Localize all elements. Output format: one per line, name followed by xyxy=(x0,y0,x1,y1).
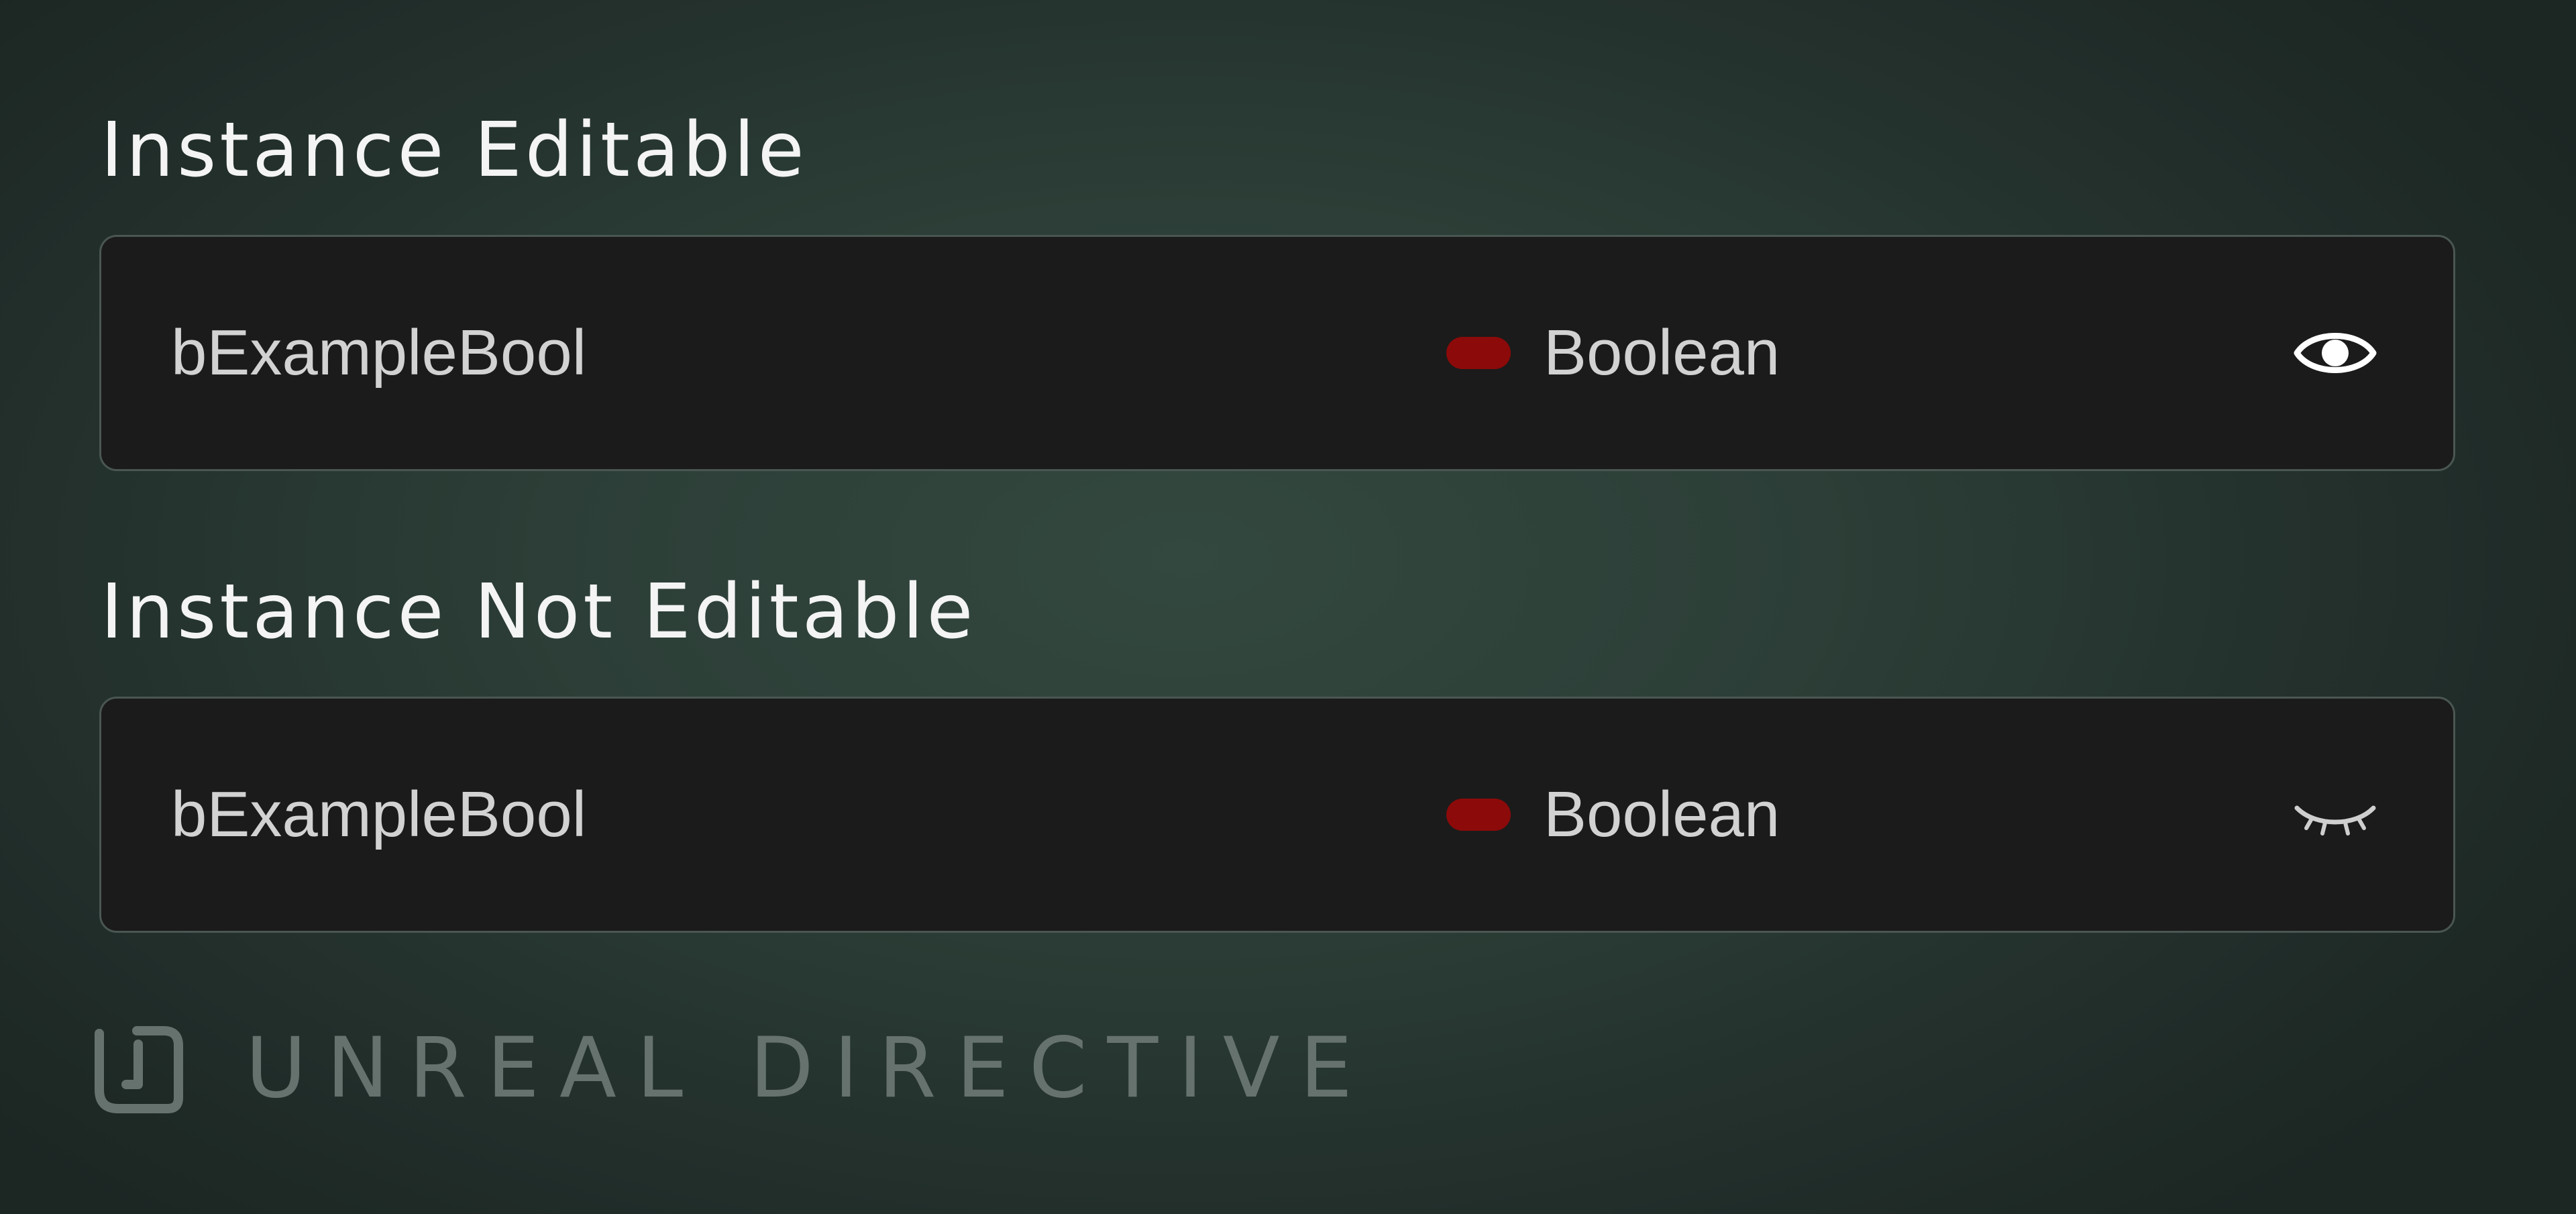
eye-open-icon[interactable] xyxy=(2292,319,2379,387)
variable-row-not-editable[interactable]: bExampleBool Boolean xyxy=(99,697,2455,933)
variable-row-editable[interactable]: bExampleBool Boolean xyxy=(99,235,2455,471)
type-color-pill xyxy=(1446,337,1511,369)
section-title-instance-editable: Instance Editable xyxy=(101,107,808,194)
brand-text: UNREAL DIRECTIVE xyxy=(246,1020,1373,1117)
brand-watermark: UNREAL DIRECTIVE xyxy=(79,1015,1354,1122)
variable-type-label: Boolean xyxy=(1544,317,1780,389)
type-color-pill xyxy=(1446,799,1511,831)
variable-type-label: Boolean xyxy=(1544,778,1780,850)
section-title-instance-not-editable: Instance Not Editable xyxy=(101,568,977,656)
variable-name: bExampleBool xyxy=(171,317,587,389)
variable-name: bExampleBool xyxy=(171,778,587,850)
unreal-directive-logo-icon xyxy=(79,1015,192,1122)
eye-closed-icon[interactable] xyxy=(2292,781,2379,848)
